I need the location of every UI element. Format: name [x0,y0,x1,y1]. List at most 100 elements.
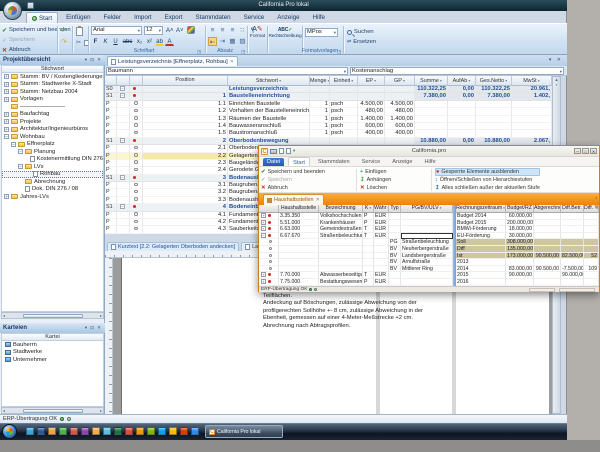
tree-item--[interactable]: –––––––––––––– [2,103,103,111]
panel-controls-icons[interactable]: ▾ ⊡ ✕ [85,55,102,65]
taskbar-icon[interactable] [81,427,89,435]
text-tab[interactable]: Kurztext [2.2: Gelagerten Oberboden ande… [107,242,239,251]
table-row[interactable]: 2013 [456,259,599,266]
ribbon-tab-export[interactable]: Export [160,12,188,23]
expand-icon[interactable]: + [261,220,266,225]
expand-icon[interactable]: + [4,127,9,132]
scroll-right-icon[interactable]: ▸ [100,313,102,318]
lv-column-einheit[interactable]: Einheit [330,76,358,86]
collapse-icon[interactable]: − [120,204,125,209]
taskbar-icon[interactable] [114,427,122,435]
cut-icon[interactable]: ✂ [76,39,81,46]
ribbon-tab-service[interactable]: Service [239,12,270,23]
tree-item-architektur-ingenieurb-ros[interactable]: +Architektur/Ingenieurbüros [2,126,103,134]
tree-item-baufachtag[interactable]: +Baufachtag [2,111,103,119]
table-row[interactable]: BVArnulfstraße [259,259,453,266]
print-icon[interactable] [270,149,277,154]
table-row[interactable]: 2016 [456,279,599,286]
tree-item-lvs[interactable]: −LVs [2,163,103,171]
align-center-icon[interactable]: ≡ [218,26,227,35]
overlay-button-speichern-und-beenden[interactable]: ✔Speichern und beenden [261,168,325,176]
table-row[interactable]: −6.67.670StraßenbeleuchtungTEUR [259,233,453,240]
project-panel-header[interactable]: Projektübersicht ▾ ⊡ ✕ [0,55,105,65]
tree-item-stamm-stadtwerke-x-stadt[interactable]: +Stamm: Stadtwerke X-Stadt [2,81,103,89]
font-name-select[interactable]: Arial▾ [91,26,142,35]
abort-button[interactable]: ✕ Abbruch [2,46,71,55]
overlay-tab-service[interactable]: Service [358,157,385,166]
collapse-icon[interactable]: − [120,138,125,143]
qat-dropdown-icon[interactable]: ▾ [293,148,295,154]
expand-icon[interactable]: + [4,194,9,199]
collapse-icon[interactable]: − [18,164,23,169]
table-row[interactable]: PGStraßenbeleuchtung [259,239,453,246]
column-abgerechnet[interactable]: Abgerechnet [534,205,561,213]
overlay-tab-stammdaten[interactable]: Stammdaten [314,157,354,166]
table-row[interactable]: Budget 2015200.000,00 [456,220,599,227]
start-button[interactable] [2,424,17,439]
tree-item-abrechnung[interactable]: Abrechnung [2,178,103,186]
table-row[interactable]: Budget 201460.000,00 [456,213,599,220]
tree-item-stamm-bv-kostengliederungen[interactable]: +Stamm: BV / Kostengliederungen [2,73,103,81]
tab-leistungsverzeichnis[interactable]: Leistungsverzeichnis [Effnerplatz, Rohba… [107,56,238,66]
align-right-icon[interactable]: ≡ [228,26,237,35]
column-budgetrz[interactable]: Budget/RZ [506,205,534,213]
quick-access-icon[interactable] [27,2,34,9]
overlay-titlebar[interactable]: California.pro C ▾ ─ □ ✕ [259,146,599,157]
table-row[interactable]: +7.75.000BestattungswesenPEUR [259,279,453,286]
column-diff[interactable]: Diff. % [584,205,599,213]
overlay-button-speichern[interactable]: ✓Speichern [261,176,325,184]
tree-item-kostenermittlung-din-276[interactable]: Kostenermittlung DIN 276 [2,156,103,164]
table-row[interactable]: BMWi-Förderung18.000,00 [456,226,599,233]
spellcheck-button[interactable]: ABC✓ Rechtschreibung [268,27,302,40]
close-icon[interactable]: ✕ [590,148,597,154]
table-row[interactable]: P1.2Vorhalten der Baustelleneinrichtung1… [105,108,552,115]
scroll-left-icon[interactable]: ◂ [3,408,5,413]
kartei-hscrollbar[interactable]: ◂▸ [1,407,104,414]
structure-filter-select[interactable]: Baumann ▾ [106,67,348,75]
bullet-list-icon[interactable]: ∷ [238,26,247,35]
kartei-item-bauherrn[interactable]: Bauherrn [2,341,103,349]
panel-controls-icons[interactable]: ▾ ⊡ ✕ [85,323,102,333]
kartei-panel-header[interactable]: Karteien ▾ ⊡ ✕ [0,323,105,333]
scroll-thumb[interactable] [23,314,83,318]
tree-item-stamm-netzbau-2004[interactable]: +Stamm: Netzbau 2004 [2,88,103,96]
overlay-button-anh-ngen[interactable]: ↧Anhängen [360,176,391,184]
print-preview-icon[interactable] [279,148,284,154]
tree-item-vorlagen[interactable]: +Vorlagen [2,96,103,104]
table-row[interactable]: EU-Förderung30.000,00 [456,233,599,240]
expand-icon[interactable]: + [261,226,266,231]
taskbar-icon[interactable] [147,427,155,435]
page-setup-icon[interactable] [286,148,291,154]
longtext-content[interactable]: Teilflächen.Andeckung auf Böschungen, zu… [263,293,493,330]
undo-icon[interactable]: ↶ [61,27,67,35]
collapse-icon[interactable]: − [120,93,125,98]
lv-column-mwst[interactable]: MwSt [512,76,552,86]
table-row[interactable]: BVNeuherbergerstraße [259,246,453,253]
column-typ[interactable]: Typ [389,205,401,213]
expand-icon[interactable]: + [4,112,9,117]
overlay-button-l-schen[interactable]: ✕Löschen [360,184,391,192]
taskbar-icon[interactable] [70,427,78,435]
taskbar-icon[interactable] [103,427,111,435]
lv-column-ep[interactable]: EP [358,76,385,86]
shrink-font-icon[interactable]: A˅ [175,26,184,35]
kartei-column-header[interactable]: Kartei [1,333,104,341]
lv-column-position[interactable]: Position [143,76,228,86]
kartei-item-stadtwerke[interactable]: Stadtwerke [2,349,103,357]
taskbar-icon[interactable] [48,427,56,435]
style-select[interactable]: MPos▾ [305,28,338,37]
tabbar-menu-icon[interactable]: ▪ [596,195,597,200]
indent-icon[interactable]: ⇥ [218,37,227,46]
underline-icon[interactable]: U [111,37,120,46]
ribbon-tab-start[interactable]: Start [26,12,58,23]
taskbar-icon[interactable] [169,427,177,435]
bold-icon[interactable]: F [91,37,100,46]
minimize-icon[interactable]: ─ [574,148,581,154]
ribbon-tab-import[interactable]: Import [129,12,157,23]
collapse-icon[interactable]: − [120,175,125,180]
table-row[interactable]: Soll308.000,00 [456,239,599,246]
table-row[interactable]: P1.5Baustromanschluß1psch400,00400,00 [105,130,552,137]
kartei-item-unternehmer[interactable]: Unternehmer [2,356,103,364]
subscript-icon[interactable]: x₂ [135,37,144,46]
lv-column-summe[interactable]: Summe [415,76,448,86]
